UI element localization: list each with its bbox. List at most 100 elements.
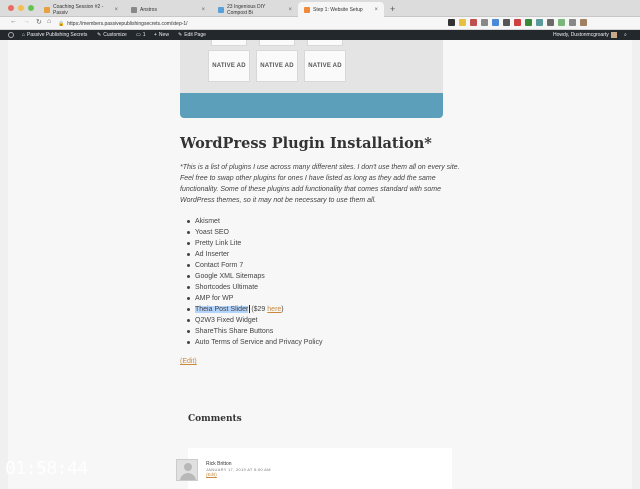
extension-icon[interactable] [569, 19, 576, 26]
plugin-name: Shortcodes Ultimate [195, 284, 259, 291]
avatar [176, 459, 198, 481]
section-title: WordPress Plugin Installation* [180, 135, 432, 152]
plugin-name: Yoast SEO [195, 229, 229, 236]
tab-favicon-icon [304, 6, 310, 13]
ad-placeholder-top [307, 40, 343, 46]
new-label: New [158, 32, 169, 38]
extension-icon[interactable] [481, 19, 488, 26]
native-ad[interactable]: NATIVE AD [304, 50, 346, 82]
browser-toolbar: ← → ↻ ⌂ 🔒 https://members.passivepublish… [0, 17, 640, 30]
plugin-name: AMP for WP [195, 295, 234, 302]
tab-close-icon[interactable]: × [114, 7, 118, 13]
tab-close-icon[interactable]: × [374, 7, 378, 13]
plugin-list-item: Ad Inserter [185, 249, 322, 260]
recording-timer: 01:58:44 [5, 458, 88, 479]
tab-title: Coaching Session #2 - Passiv [53, 3, 104, 16]
new-tab-button[interactable]: + [390, 4, 395, 14]
lock-icon: 🔒 [58, 20, 65, 27]
wp-customize-link[interactable]: ✎ Customize [97, 32, 127, 38]
tab-title: Step 1: Website Setup [313, 6, 363, 13]
reload-icon[interactable]: ↻ [36, 18, 42, 26]
extension-icon[interactable] [459, 19, 466, 26]
address-bar[interactable]: 🔒 https://members.passivepublishingsecre… [58, 19, 458, 28]
tab-close-icon[interactable]: × [201, 7, 205, 13]
banner-band [180, 93, 443, 118]
plugin-name-selected: Theia Post Slider [195, 306, 249, 313]
plugin-list-item: Yoast SEO [185, 227, 322, 238]
extension-icon[interactable] [525, 19, 532, 26]
extension-icons [448, 19, 587, 26]
plugin-name: Ad Inserter [195, 251, 230, 258]
plugin-list-item: AMP for WP [185, 293, 322, 304]
plugin-list-item: Contact Form 7 [185, 260, 322, 271]
browser-tab-strip: Coaching Session #2 - Passiv × Anstros × 23 … [0, 0, 640, 17]
extension-icon[interactable] [580, 19, 587, 26]
howdy-label: Howdy, Dustonmcgroarty [553, 32, 609, 38]
pencil-icon: ✎ [178, 32, 183, 38]
plugin-list-item: Theia Post Slider ($29 here) [185, 304, 322, 315]
comments-heading: Comments [188, 414, 242, 424]
comment-icon: ▭ [136, 32, 141, 38]
native-ad[interactable]: NATIVE AD [256, 50, 298, 82]
edit-page-label: Edit Page [184, 32, 206, 38]
extension-icon[interactable] [558, 19, 565, 26]
browser-tab[interactable]: Anstros × [125, 2, 211, 17]
back-icon[interactable]: ← [10, 18, 17, 25]
plugin-name: Google XML Sitemaps [195, 273, 265, 280]
plugin-name: Auto Terms of Service and Privacy Policy [195, 339, 323, 346]
comment-edit-link[interactable]: (Edit) [206, 472, 217, 477]
browser-tab[interactable]: Step 1: Website Setup × [298, 2, 384, 17]
wordpress-logo-icon[interactable] [8, 32, 14, 38]
forward-icon[interactable]: → [23, 18, 30, 25]
minimize-window-button[interactable] [18, 5, 24, 11]
wp-edit-page-link[interactable]: ✎ Edit Page [178, 32, 206, 38]
plus-icon: + [154, 32, 157, 38]
plugin-list-item: Google XML Sitemaps [185, 271, 322, 282]
browser-tab[interactable]: 23 Ingenious DIY Compost Bi × [212, 2, 298, 17]
extension-icon[interactable] [547, 19, 554, 26]
tab-favicon-icon [218, 6, 224, 13]
brush-icon: ✎ [97, 32, 102, 38]
search-icon[interactable]: ⌕ [624, 32, 627, 38]
plugin-name: Pretty Link Lite [195, 240, 242, 247]
plugin-price: ($29 [251, 306, 266, 313]
native-ads-banner: NATIVE AD NATIVE AD NATIVE AD [180, 40, 443, 118]
tab-favicon-icon [131, 6, 137, 13]
plugin-price-close: ) [281, 306, 284, 313]
plugin-list-item: ShareThis Share Buttons [185, 326, 322, 337]
wp-comments-link[interactable]: ▭ 1 [136, 32, 146, 38]
extension-icon[interactable] [536, 19, 543, 26]
comment: Rick Britton JANUARY 17, 2019 AT 5:00 AM… [176, 448, 452, 489]
extension-icon[interactable] [503, 19, 510, 26]
intro-paragraph: *This is a list of plugins I use across … [180, 164, 460, 204]
comments-count: 1 [142, 32, 146, 38]
ad-placeholder-top [211, 40, 247, 46]
window-controls [8, 5, 34, 11]
close-window-button[interactable] [8, 5, 14, 11]
tab-close-icon[interactable]: × [288, 7, 292, 13]
home-icon[interactable]: ⌂ [47, 18, 51, 25]
plugin-name: Akismet [195, 218, 220, 225]
extension-icon[interactable] [448, 19, 455, 26]
plugin-purchase-link[interactable]: here [267, 306, 281, 313]
plugin-list-item: Shortcodes Ultimate [185, 282, 322, 293]
home-icon: ⌂ [22, 32, 26, 38]
native-ad[interactable]: NATIVE AD [208, 50, 250, 82]
ad-placeholder-top [259, 40, 295, 46]
plugin-list-item: Pretty Link Lite [185, 238, 322, 249]
wp-site-name-link[interactable]: ⌂ Passive Publishing Secrets [22, 32, 87, 38]
extension-icon[interactable] [470, 19, 477, 26]
wp-account-menu[interactable]: Howdy, Dustonmcgroarty [553, 32, 617, 38]
zoom-window-button[interactable] [28, 5, 34, 11]
plugin-name: ShareThis Share Buttons [195, 328, 274, 335]
site-name-label: Passive Publishing Secrets [27, 32, 88, 38]
browser-tab[interactable]: Coaching Session #2 - Passiv × [38, 2, 124, 17]
extension-icon[interactable] [514, 19, 521, 26]
wp-new-link[interactable]: + New [154, 32, 169, 38]
plugin-list-item: Akismet [185, 216, 322, 227]
extension-icon[interactable] [492, 19, 499, 26]
plugin-list-item: Auto Terms of Service and Privacy Policy [185, 337, 322, 348]
wp-admin-bar: ⌂ Passive Publishing Secrets ✎ Customize… [0, 30, 640, 40]
plugin-list-item: Q2W3 Fixed Widget [185, 315, 322, 326]
edit-link[interactable]: (Edit) [180, 358, 197, 365]
